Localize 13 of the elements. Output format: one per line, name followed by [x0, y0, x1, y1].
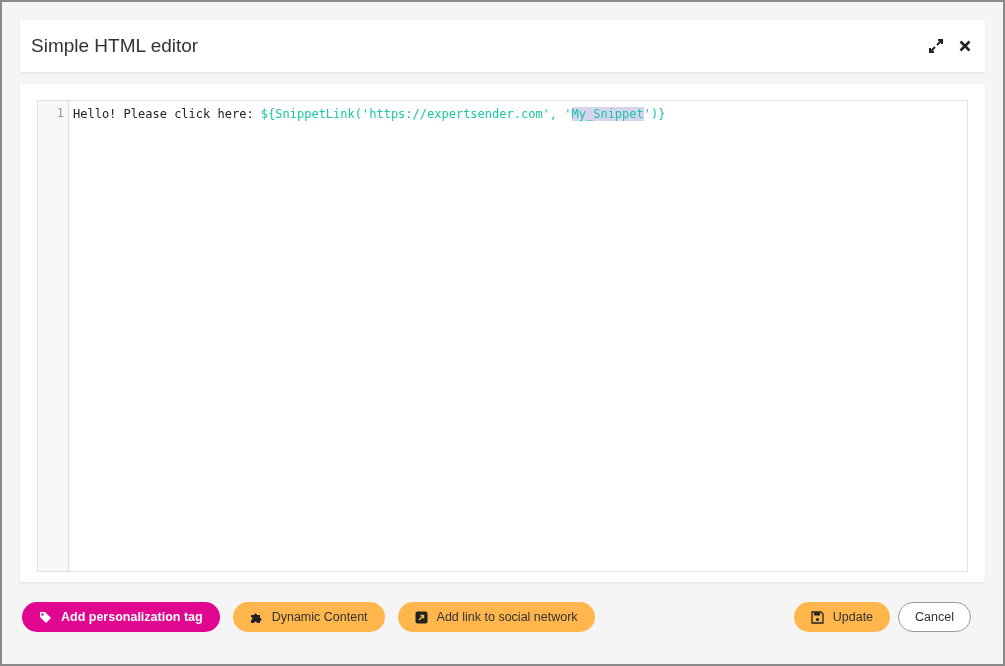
add-tag-button[interactable]: Add personalization tag	[22, 602, 220, 632]
update-button[interactable]: Update	[793, 602, 891, 632]
share-square-icon	[414, 610, 428, 624]
cancel-button[interactable]: Cancel	[898, 602, 971, 632]
code-line: Hello! Please click here: ${SnippetLink('https://expertsender.com', 'My_Snippet')}	[73, 106, 667, 123]
line-number: 1	[55, 105, 65, 120]
code-editor[interactable]: 1 Hello! Please click here: ${SnippetLink('https://expertsender.com', 'My_Snippet')}	[37, 100, 968, 572]
dynamic-content-button[interactable]: Dynamic Content	[232, 602, 385, 632]
close-icon[interactable]	[959, 40, 971, 52]
tag-icon	[39, 610, 52, 624]
dialog-title: Simple HTML editor	[31, 35, 200, 57]
expand-icon[interactable]	[929, 39, 943, 53]
add-social-link-button[interactable]: Add link to social network	[397, 602, 595, 632]
